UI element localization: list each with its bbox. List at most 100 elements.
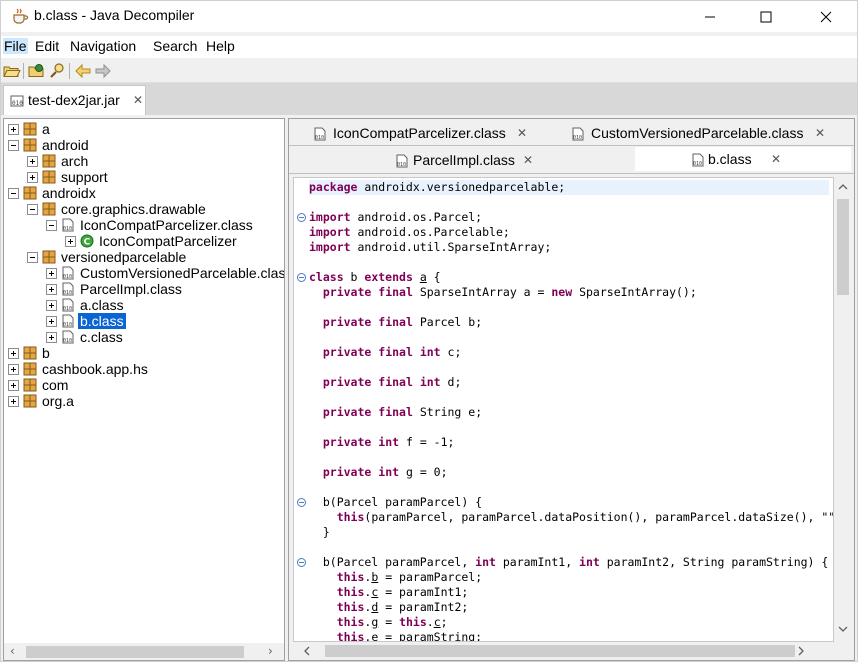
menu-edit[interactable]: Edit xyxy=(34,38,60,54)
menu-search[interactable]: Search xyxy=(152,38,198,54)
tree-node-label: IconCompatParcelizer.class xyxy=(80,217,253,233)
expand-icon[interactable] xyxy=(8,380,19,391)
tree-node-label: androidx xyxy=(42,185,96,201)
code-line: this.e = paramString; xyxy=(336,630,483,642)
tab-iconcompatparcelizer[interactable]: 010 IconCompatParcelizer.class ✕ xyxy=(291,121,545,145)
menu-file[interactable]: File xyxy=(3,38,28,54)
scrollbar-thumb[interactable] xyxy=(837,199,849,295)
code-line: } xyxy=(309,525,330,539)
tree-node-label: org.a xyxy=(42,393,74,409)
code-line: this.d = paramInt2; xyxy=(336,600,469,614)
class-file-icon: 010 xyxy=(61,298,75,312)
expand-icon[interactable] xyxy=(8,396,19,407)
collapse-icon[interactable] xyxy=(8,188,19,199)
code-line: private final String e; xyxy=(322,405,483,419)
close-icon[interactable]: ✕ xyxy=(517,126,527,140)
open-file-icon[interactable] xyxy=(3,62,21,80)
forward-icon[interactable] xyxy=(94,62,112,80)
fold-gutter xyxy=(294,178,308,641)
collapse-icon[interactable] xyxy=(8,140,19,151)
tab-customversionedparcelable[interactable]: 010 CustomVersionedParcelable.class ✕ xyxy=(549,121,849,145)
editor-horizontal-scrollbar[interactable] xyxy=(293,642,834,660)
expand-icon[interactable] xyxy=(46,300,57,311)
close-icon[interactable]: ✕ xyxy=(771,152,781,166)
app-window: b.class - Java Decompiler File Edit Navi… xyxy=(0,0,858,662)
tree-node-label: core.graphics.drawable xyxy=(61,201,206,217)
code-line: private final SparseIntArray a = new Spa… xyxy=(322,285,697,299)
expand-icon[interactable] xyxy=(27,172,38,183)
expand-icon[interactable] xyxy=(8,364,19,375)
scroll-left-icon[interactable]: ‹ xyxy=(10,644,15,658)
collapse-icon[interactable] xyxy=(46,220,57,231)
collapse-icon[interactable] xyxy=(27,204,38,215)
title-bar: b.class - Java Decompiler xyxy=(1,1,857,32)
code-editor[interactable]: package androidx.versionedparcelable; imp… xyxy=(293,177,834,642)
archive-tab-strip: 010 test-dex2jar.jar ✕ xyxy=(1,83,857,115)
scroll-left-icon[interactable] xyxy=(303,646,311,656)
jar-file-icon: 010 xyxy=(10,95,24,107)
editor-panel: 010 IconCompatParcelizer.class ✕ 010 Cus… xyxy=(288,118,855,661)
tree-node-label: CustomVersionedParcelable.class xyxy=(80,265,285,281)
svg-text:010: 010 xyxy=(63,226,72,232)
code-line: b(Parcel paramParcel, int paramInt1, int… xyxy=(309,555,829,569)
tab-label: CustomVersionedParcelable.class xyxy=(591,125,804,141)
code-line: private int g = 0; xyxy=(322,465,448,479)
expand-icon[interactable] xyxy=(27,156,38,167)
fold-toggle-icon[interactable] xyxy=(297,273,306,282)
close-icon[interactable]: ✕ xyxy=(523,153,533,167)
tab-test-dex2jar[interactable]: 010 test-dex2jar.jar ✕ xyxy=(3,85,146,115)
svg-text:010: 010 xyxy=(63,306,72,312)
tree-node-label: android xyxy=(42,137,89,153)
expand-icon[interactable] xyxy=(65,236,76,247)
class-file-icon: 010 xyxy=(396,154,408,168)
svg-text:010: 010 xyxy=(12,100,23,107)
tree-horizontal-scrollbar[interactable]: ‹ › xyxy=(3,643,285,661)
svg-text:C: C xyxy=(84,238,91,248)
close-button[interactable] xyxy=(803,1,849,32)
close-icon[interactable]: ✕ xyxy=(133,93,143,107)
close-icon[interactable]: ✕ xyxy=(815,126,825,140)
expand-icon[interactable] xyxy=(46,316,57,327)
back-icon[interactable] xyxy=(74,62,92,80)
search-type-icon[interactable] xyxy=(48,62,66,80)
code-line: class b extends a { xyxy=(309,270,441,284)
fold-toggle-icon[interactable] xyxy=(297,558,306,567)
package-icon xyxy=(42,170,56,184)
open-type-icon[interactable] xyxy=(28,62,46,80)
menu-navigation[interactable]: Navigation xyxy=(69,38,137,54)
minimize-button[interactable] xyxy=(687,1,733,32)
code-line: this.g = this.c; xyxy=(336,615,448,629)
fold-toggle-icon[interactable] xyxy=(297,498,306,507)
maximize-button[interactable] xyxy=(743,1,789,32)
tab-b-class[interactable]: 010 b.class ✕ xyxy=(635,147,851,171)
tree-node-label: versionedparcelable xyxy=(61,249,187,265)
fold-toggle-icon[interactable] xyxy=(297,213,306,222)
scrollbar-thumb[interactable] xyxy=(325,645,795,657)
tab-label: ParcelImpl.class xyxy=(413,152,515,168)
scroll-up-icon[interactable] xyxy=(838,183,848,191)
tree-node-label: cashbook.app.hs xyxy=(42,361,148,377)
tab-label: b.class xyxy=(708,151,752,167)
expand-icon[interactable] xyxy=(46,284,57,295)
code-line: private final int d; xyxy=(322,375,462,389)
collapse-icon[interactable] xyxy=(27,252,38,263)
scrollbar-thumb[interactable] xyxy=(26,646,244,658)
class-file-icon: 010 xyxy=(61,314,75,328)
tab-parcelimpl[interactable]: 010 ParcelImpl.class ✕ xyxy=(291,148,633,172)
menu-help[interactable]: Help xyxy=(205,38,236,54)
class-file-icon: 010 xyxy=(692,153,704,167)
expand-icon[interactable] xyxy=(8,348,19,359)
class-file-icon: 010 xyxy=(314,127,326,141)
scroll-down-icon[interactable] xyxy=(838,625,848,633)
package-icon xyxy=(23,122,37,136)
expand-icon[interactable] xyxy=(8,124,19,135)
expand-icon[interactable] xyxy=(46,332,57,343)
svg-text:010: 010 xyxy=(693,161,702,167)
editor-vertical-scrollbar[interactable] xyxy=(834,177,852,642)
scroll-right-icon[interactable] xyxy=(797,646,805,656)
scroll-right-icon[interactable]: › xyxy=(268,644,273,658)
tree-node-label: ParcelImpl.class xyxy=(80,281,182,297)
expand-icon[interactable] xyxy=(46,268,57,279)
menu-bar: File Edit Navigation Search Help xyxy=(1,36,857,58)
class-file-icon: 010 xyxy=(61,266,75,280)
